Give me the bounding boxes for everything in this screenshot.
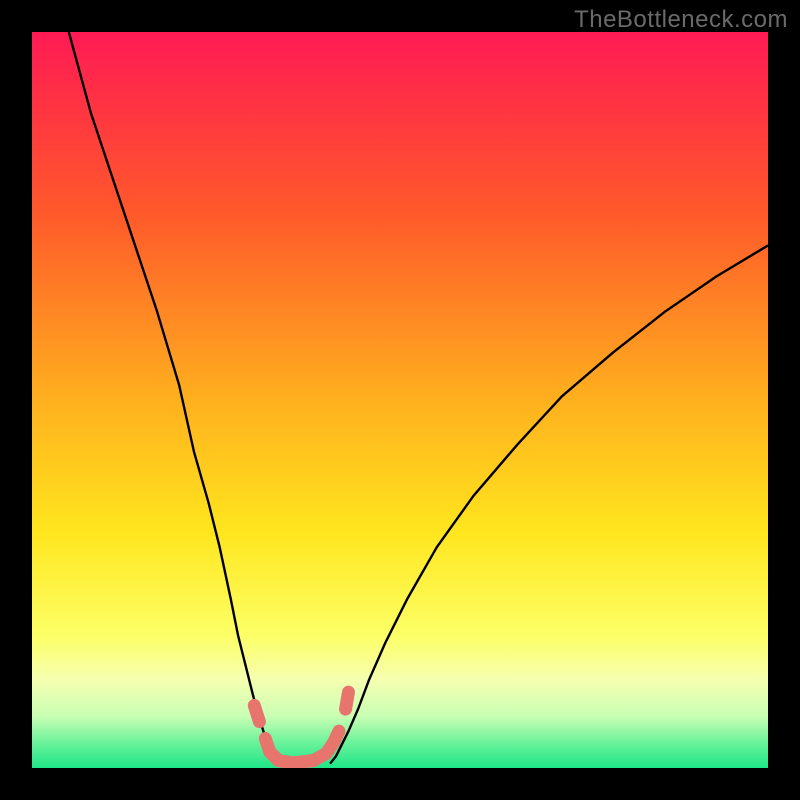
gradient-background — [32, 32, 768, 768]
series-bottom-bridge-dot-right — [346, 692, 349, 709]
series-bottom-bridge-dot-left — [254, 705, 259, 721]
plot-area — [32, 32, 768, 768]
chart-canvas — [32, 32, 768, 768]
chart-frame: TheBottleneck.com — [0, 0, 800, 800]
watermark-text: TheBottleneck.com — [574, 6, 788, 34]
